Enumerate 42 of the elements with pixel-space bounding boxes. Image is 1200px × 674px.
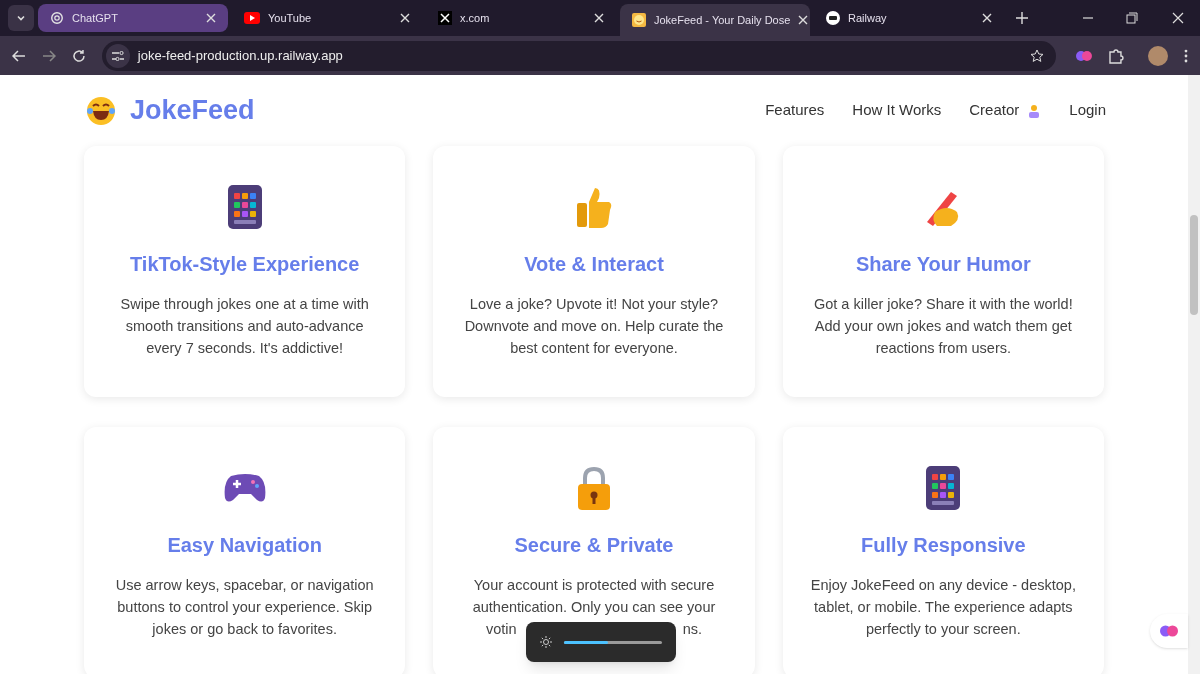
browser-tab[interactable]: Railway: [814, 4, 1004, 32]
feature-title: Easy Navigation: [167, 533, 322, 558]
feature-title: TikTok-Style Experience: [130, 252, 360, 277]
description-line: smooth transitions and auto-advance: [125, 317, 364, 336]
description-line: Enjoy JokeFeed on any device - desktop,: [810, 576, 1076, 595]
tab-title: ChatGPT: [72, 10, 119, 26]
feature-title: Vote & Interact: [524, 252, 664, 277]
browser-tab[interactable]: JokeFeed - Your Daily Dose: [620, 4, 810, 36]
nav-link[interactable]: How It Works: [852, 99, 942, 122]
description-line: Swipe through jokes one at a time with: [120, 295, 369, 314]
browser-tab[interactable]: YouTube: [232, 4, 422, 32]
logo-text[interactable]: JokeFeed: [130, 90, 255, 131]
browser-tab[interactable]: x.com: [426, 4, 616, 32]
description-line: Your account is protected with secure: [473, 576, 715, 595]
nav-link[interactable]: Features: [765, 99, 825, 122]
feature-title: Share Your Humor: [855, 252, 1031, 277]
description-line: Downvote and move on. Help curate the: [464, 317, 724, 336]
nav-link[interactable]: Login: [1069, 99, 1106, 122]
tab-title: JokeFeed - Your Daily Dose: [654, 12, 791, 28]
description-line: every 7 seconds. It's addictive!: [146, 339, 344, 358]
feature-title: Fully Responsive: [861, 533, 1026, 558]
description-line: buttons to control your experience. Skip: [117, 598, 372, 617]
description-line: Use arrow keys, spacebar, or navigation: [115, 576, 374, 595]
description-line: jokes or go back to favorites.: [152, 620, 337, 639]
description-line: perfectly to your screen.: [865, 620, 1021, 639]
tab-title: x.com: [460, 10, 491, 26]
description-line: votin: [486, 620, 517, 639]
address-bar[interactable]: joke-feed-production.up.railway.app: [101, 40, 1057, 71]
description-line: tablet, or mobile. The experience adapts: [814, 598, 1073, 617]
browser-tab[interactable]: ChatGPT: [38, 4, 228, 32]
tab-title: Railway: [848, 10, 888, 26]
feature-title: Secure & Private: [514, 533, 674, 558]
description-line: Love a joke? Upvote it! Not your style?: [469, 295, 719, 314]
description-line: Got a killer joke? Share it with the world!: [813, 295, 1073, 314]
description-line: Add your own jokes and watch them get: [814, 317, 1072, 336]
description-line: ns.: [682, 620, 702, 639]
description-line: best content for everyone.: [510, 339, 678, 358]
description-line: authentication. Only you can see your: [472, 598, 716, 617]
tab-title: YouTube: [268, 10, 313, 26]
url-text: joke-feed-production.up.railway.app: [137, 46, 344, 65]
description-line: reactions from users.: [875, 339, 1011, 358]
nav-link[interactable]: Creator: [969, 99, 1042, 122]
